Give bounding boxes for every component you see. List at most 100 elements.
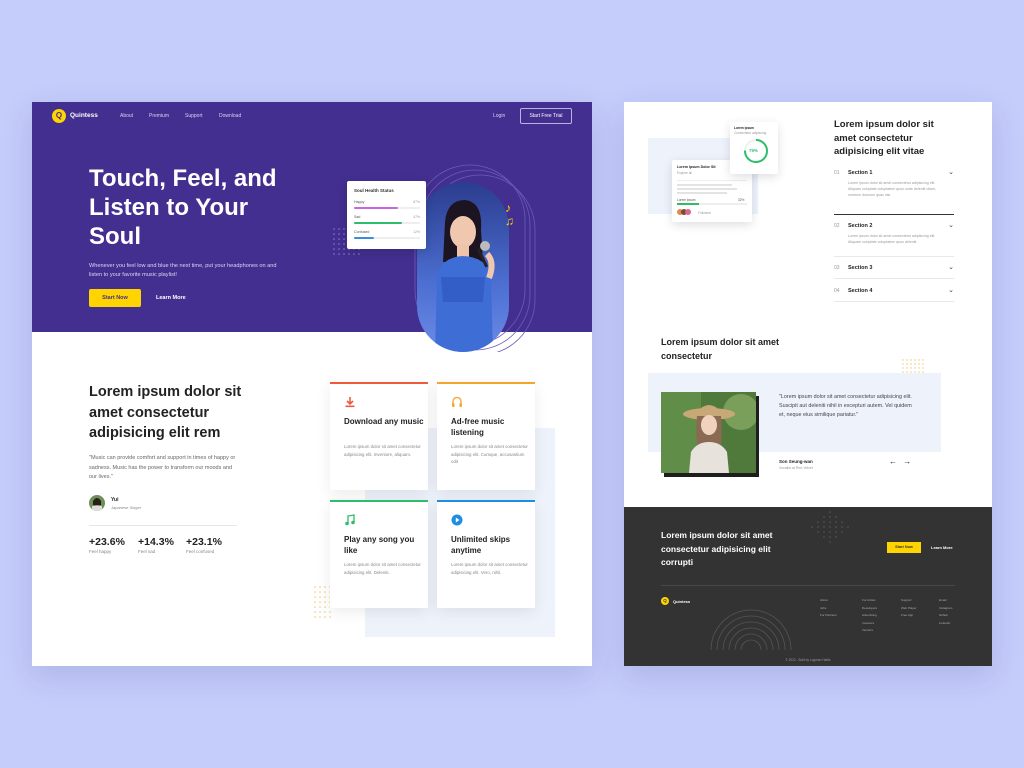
accordion-title: Section 3 (848, 265, 873, 271)
login-link[interactable]: Login (493, 113, 505, 119)
footer-link[interactable]: Developers (862, 605, 877, 613)
feature-card-ad-free[interactable]: Ad-free music listening Lorem ipsum dolo… (437, 382, 535, 490)
feature-title: Unlimited skips anytime (451, 535, 511, 555)
download-icon (345, 397, 355, 408)
footer: Lorem ipsum dolor sit amet consectetur a… (624, 507, 992, 666)
footer-link[interactable]: Free App (901, 612, 916, 620)
hero-subtitle: Whenever you feel low and blue the next … (89, 263, 277, 278)
nav-support[interactable]: Support (185, 113, 203, 119)
landing-page-secondary: Lorem Ipsum Dolor Sit Explore all Lorem … (624, 102, 992, 666)
status-label: Confused (354, 230, 370, 234)
testimonial-name: Son Seung-wan (779, 459, 813, 464)
feature-desc: Lorem ipsum dolor sit amet consectetur a… (451, 444, 528, 464)
status-row-sad: Sad 47% (354, 215, 420, 224)
text-line (677, 192, 727, 194)
footer-link[interactable]: Instagram (939, 605, 952, 613)
stat-label: Feel sad (138, 549, 156, 554)
status-fill (354, 207, 399, 209)
chevron-down-icon[interactable]: ⌄ (948, 168, 954, 176)
divider (834, 301, 954, 302)
feature-card-play[interactable]: Play any song you like Lorem ipsum dolor… (330, 500, 428, 608)
feature-title: Ad-free music listening (451, 417, 505, 437)
learn-more-link[interactable]: Learn More (156, 295, 186, 301)
footer-link[interactable]: Vendors (862, 627, 877, 635)
footer-link[interactable]: Advertising (862, 612, 877, 620)
feature-card-skips[interactable]: Unlimited skips anytime Lorem ipsum dolo… (437, 500, 535, 608)
top-nav: Q Quintess About Premium Support Downloa… (32, 102, 592, 130)
divider (661, 585, 955, 586)
footer-link[interactable]: Email (939, 597, 952, 605)
chevron-down-icon[interactable]: ⌄ (948, 263, 954, 271)
music-note-icon (345, 514, 355, 526)
soul-health-status-card: Soul Health Status Happy 67% Sad 47% Con… (347, 181, 426, 249)
author-name: Yui (111, 497, 119, 503)
testimonial-photo (661, 392, 756, 473)
stat-label: Feel confused (186, 549, 215, 554)
feature-accent (437, 500, 535, 502)
accordion-num: 04 (834, 288, 840, 294)
nav-about[interactable]: About (120, 113, 133, 119)
footer-start-button[interactable]: Start Now (887, 542, 921, 553)
divider (677, 180, 747, 181)
footer-link[interactable]: Support (901, 597, 916, 605)
footer-link[interactable]: LinkedIn (939, 620, 952, 628)
status-fill (354, 237, 374, 239)
status-pct: 67% (413, 200, 420, 204)
divider (834, 214, 954, 215)
mini-members-label: Followed (698, 211, 711, 215)
nav-premium[interactable]: Premium (149, 113, 169, 119)
accordion-title: Section 1 (848, 170, 873, 176)
nav-download[interactable]: Download (219, 113, 241, 119)
accordion-body: Lorem ipsum dolor sit amet consectetur a… (848, 234, 936, 245)
feature-accent (330, 382, 428, 384)
headphones-icon (452, 396, 462, 407)
about-quote: "Music can provide comfort and support i… (89, 455, 236, 480)
avatar (89, 495, 105, 511)
feature-accent (330, 500, 428, 502)
footer-link[interactable]: Github (939, 612, 952, 620)
mini-card-sub: Explore all (677, 171, 692, 175)
hero-title: Touch, Feel, and Listen to Your Soul (89, 165, 277, 250)
footer-link[interactable]: Investors (862, 620, 877, 628)
text-line (677, 184, 732, 186)
mini-card-title: Lorem Ipsum Dolor Sit (677, 165, 716, 169)
status-card-title: Soul Health Status (354, 188, 394, 193)
divider (834, 278, 954, 279)
chevron-down-icon[interactable]: ⌄ (948, 221, 954, 229)
start-now-button[interactable]: Start Now (89, 289, 141, 307)
footer-link[interactable]: Web Player (901, 605, 916, 613)
brand-logo-icon[interactable]: Q (661, 597, 669, 605)
stat-value: +14.3% (138, 536, 174, 548)
brand-logo-icon[interactable]: Q (52, 109, 66, 123)
mini-card-title: Lorem ipsum (734, 126, 755, 130)
footer-learn-link[interactable]: Learn More (931, 545, 953, 550)
chevron-down-icon[interactable]: ⌄ (948, 286, 954, 294)
singer-photo (417, 182, 509, 352)
footer-col-communities: For Artists Developers Advertising Inves… (862, 597, 877, 635)
start-free-trial-button[interactable]: Start Free Trial (520, 108, 572, 124)
feature-accent (437, 382, 535, 384)
status-row-confused: Confused 12% (354, 230, 420, 239)
divider (834, 256, 954, 257)
footer-link[interactable]: Jobs (820, 605, 837, 613)
feature-desc: Lorem ipsum dolor sit amet consectetur a… (344, 444, 421, 457)
divider (89, 525, 237, 526)
text-line (677, 188, 737, 190)
feature-card-download[interactable]: Download any music Lorem ipsum dolor sit… (330, 382, 428, 490)
mini-progress-card: Lorem ipsum Consectetur adipiscing 75% (730, 122, 778, 174)
footer-col-company: About Jobs For Partners (820, 597, 837, 620)
footer-link[interactable]: For Partners (820, 612, 837, 620)
brand-name[interactable]: Quintess (70, 112, 98, 119)
avatar (685, 209, 691, 215)
feature-desc: Lorem ipsum dolor sit amet consectetur a… (451, 562, 528, 575)
progress-value: 75% (749, 148, 758, 153)
footer-link[interactable]: About (820, 597, 837, 605)
mini-bar-fill (677, 203, 699, 205)
footer-col-links: Support Web Player Free App (901, 597, 916, 620)
footer-link[interactable]: For Artists (862, 597, 877, 605)
mini-bar-label: Lorem ipsum (677, 198, 696, 202)
carousel-arrows[interactable]: ← → (889, 457, 913, 466)
brand-name[interactable]: Quintess (673, 599, 690, 604)
mini-card-sub: Consectetur adipiscing (734, 131, 767, 135)
status-row-happy: Happy 67% (354, 200, 420, 209)
